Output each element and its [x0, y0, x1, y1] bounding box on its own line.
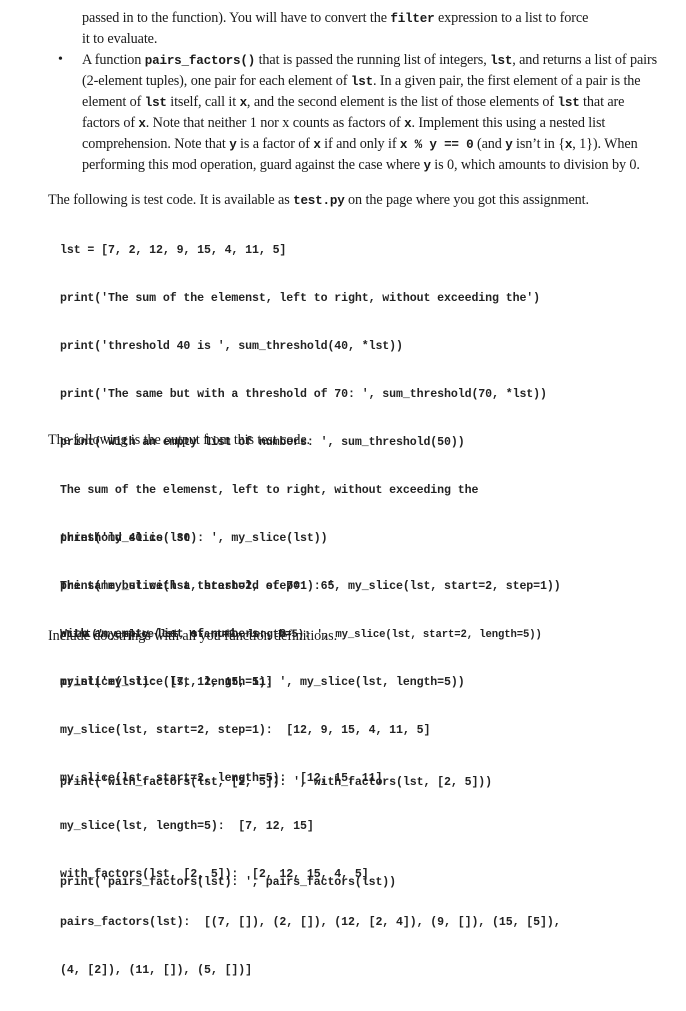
- inline-code: test.py: [293, 194, 345, 208]
- inline-code: pairs_factors(): [144, 54, 256, 68]
- text: (and: [473, 136, 506, 152]
- inline-code: x: [138, 117, 146, 131]
- output-line: pairs_factors(lst): [(7, []), (2, []), (…: [60, 916, 561, 929]
- text: if and only if: [320, 136, 400, 152]
- text: that is passed the running list of integ…: [255, 52, 491, 68]
- text: is a factor of: [236, 136, 314, 152]
- text: The following is test code. It is availa…: [48, 192, 294, 208]
- output-line: The sum of the elemenst, left to right, …: [60, 484, 479, 497]
- inline-code: lst: [350, 75, 373, 89]
- output-line: my_slice(lst, start=2, length=5): [12, 1…: [60, 772, 383, 785]
- text: passed in to the function). You will hav…: [82, 10, 391, 26]
- code-line: lst = [7, 2, 12, 9, 15, 4, 11, 5]: [60, 244, 287, 257]
- text: A function: [82, 52, 145, 68]
- output-line: threshold 40 is 30: [60, 532, 191, 545]
- output-line: (4, [2]), (11, []), (5, [])]: [60, 964, 253, 977]
- text: expression to a list to force: [434, 10, 589, 26]
- inline-code: y: [505, 138, 513, 152]
- closing-note: Include docstrings with all you function…: [48, 628, 338, 644]
- intro-line-1: passed in to the function). You will hav…: [82, 8, 662, 29]
- text: , and the second element is the list of …: [246, 94, 558, 110]
- text: is 0, which amounts to division by 0.: [430, 157, 640, 173]
- inline-code: filter: [390, 12, 435, 26]
- inline-code: x: [313, 138, 321, 152]
- inline-code: lst: [557, 96, 580, 110]
- output-intro: The following is the output from this te…: [48, 432, 310, 448]
- code-line: print('The sum of the elemenst, left to …: [60, 292, 541, 305]
- output-line: The same but with a threshold of 70: 65: [60, 580, 335, 593]
- inline-code: x: [239, 96, 248, 110]
- text: on the page where you got this assignmen…: [344, 192, 589, 208]
- code-line: print('threshold 40 is ', sum_threshold(…: [60, 340, 403, 353]
- text: itself, call it: [166, 94, 240, 110]
- output-line: my_slice(lst): [7, 12, 15, 11]: [60, 676, 273, 689]
- output-line: my_slice(lst, length=5): [7, 12, 15]: [60, 820, 314, 833]
- inline-code: y: [229, 138, 237, 152]
- bullet-icon: •: [58, 52, 63, 67]
- output-line: my_slice(lst, start=2, step=1): [12, 9, …: [60, 724, 431, 737]
- test-code-intro: The following is test code. It is availa…: [48, 190, 678, 211]
- intro-continuation: passed in to the function). You will hav…: [82, 8, 662, 49]
- inline-code: lst: [490, 54, 513, 68]
- intro-line-2: it to evaluate.: [82, 31, 158, 47]
- inline-code: y: [423, 159, 431, 173]
- output-line: with_factors(lst, [2, 5]): [2, 12, 15, 4…: [60, 868, 369, 881]
- text: isn’t in {: [512, 136, 565, 152]
- inline-code: lst: [144, 96, 167, 110]
- inline-code: x % y == 0: [399, 138, 474, 152]
- code-line: print('The same but with a threshold of …: [60, 388, 547, 401]
- output-block: The sum of the elemenst, left to right, …: [60, 451, 561, 1011]
- bullet-item-pairs-factors: A function pairs_factors() that is passe…: [82, 50, 662, 176]
- text: . Note that neither 1 nor x counts as fa…: [145, 115, 405, 131]
